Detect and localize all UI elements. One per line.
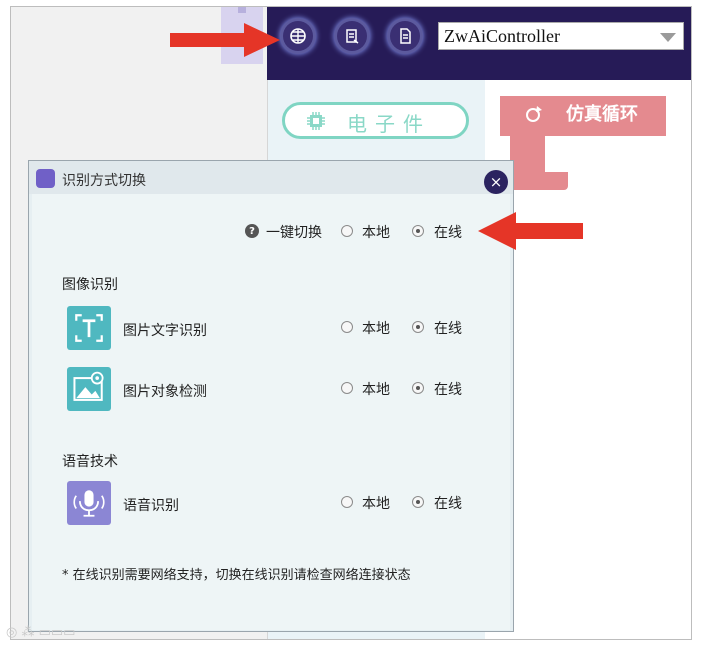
dialog-title: 识别方式切换 <box>62 173 146 189</box>
upload-icon[interactable] <box>390 21 420 51</box>
one-key-local-radio[interactable] <box>341 225 353 237</box>
voice-recognition-icon <box>67 481 111 525</box>
voice-recognition-local-label: 本地 <box>362 496 390 512</box>
image-detection-local-label: 本地 <box>362 382 390 398</box>
text-recognition-local-radio[interactable] <box>341 321 353 333</box>
globe-icon <box>290 28 306 44</box>
item-text-recognition-label: 图片文字识别 <box>123 323 207 339</box>
item-voice-recognition-label: 语音识别 <box>123 498 179 514</box>
image-detection-local-radio[interactable] <box>341 382 353 394</box>
chip-icon <box>307 112 325 130</box>
one-key-online-label: 在线 <box>434 225 462 241</box>
loop-block-foot <box>510 172 568 190</box>
watermark: ◎ ⁂ ▭▭▭ <box>6 625 76 640</box>
loop-block-label: 仿真循环 <box>566 104 638 125</box>
pointer-arrow-left <box>478 212 583 250</box>
text-recognition-online-radio[interactable] <box>412 321 424 333</box>
controller-select-value: ZwAiController <box>444 26 560 46</box>
item-image-detection-label: 图片对象检测 <box>123 384 207 400</box>
dialog-note: * 在线识别需要网络支持，切换在线识别请检查网络连接状态 <box>62 568 411 583</box>
loop-block[interactable]: 仿真循环 <box>500 96 666 136</box>
category-electronics[interactable]: 电子件 <box>282 102 469 139</box>
training-icon[interactable] <box>337 21 367 51</box>
text-recognition-local-label: 本地 <box>362 321 390 337</box>
section-title-image: 图像识别 <box>62 277 118 293</box>
voice-recognition-local-radio[interactable] <box>341 496 353 508</box>
help-icon[interactable]: ? <box>245 224 259 238</box>
one-key-local-label: 本地 <box>362 225 390 241</box>
category-label: 电子件 <box>347 112 431 136</box>
image-detection-icon <box>67 367 111 411</box>
section-title-voice: 语音技术 <box>62 454 118 470</box>
voice-recognition-online-radio[interactable] <box>412 496 424 508</box>
voice-recognition-online-label: 在线 <box>434 496 462 512</box>
pointer-arrow-right <box>170 23 280 57</box>
loop-icon <box>526 106 542 122</box>
controller-select[interactable]: ZwAiController <box>438 22 684 50</box>
chevron-down-icon <box>660 33 676 42</box>
text-recognition-online-label: 在线 <box>434 321 462 337</box>
one-key-label: 一键切换 <box>266 225 322 241</box>
ai-mode-icon[interactable] <box>283 21 313 51</box>
close-icon: × <box>489 172 503 191</box>
training-glyph-icon <box>346 29 359 44</box>
document-icon <box>400 28 411 44</box>
app-icon <box>36 169 55 188</box>
text-recognition-icon <box>67 306 111 350</box>
one-key-online-radio[interactable] <box>412 225 424 237</box>
side-tab-marker <box>238 7 246 13</box>
close-button[interactable]: × <box>484 170 508 194</box>
image-detection-online-label: 在线 <box>434 382 462 398</box>
dialog-titlebar: 识别方式切换 × <box>29 161 513 194</box>
image-detection-online-radio[interactable] <box>412 382 424 394</box>
